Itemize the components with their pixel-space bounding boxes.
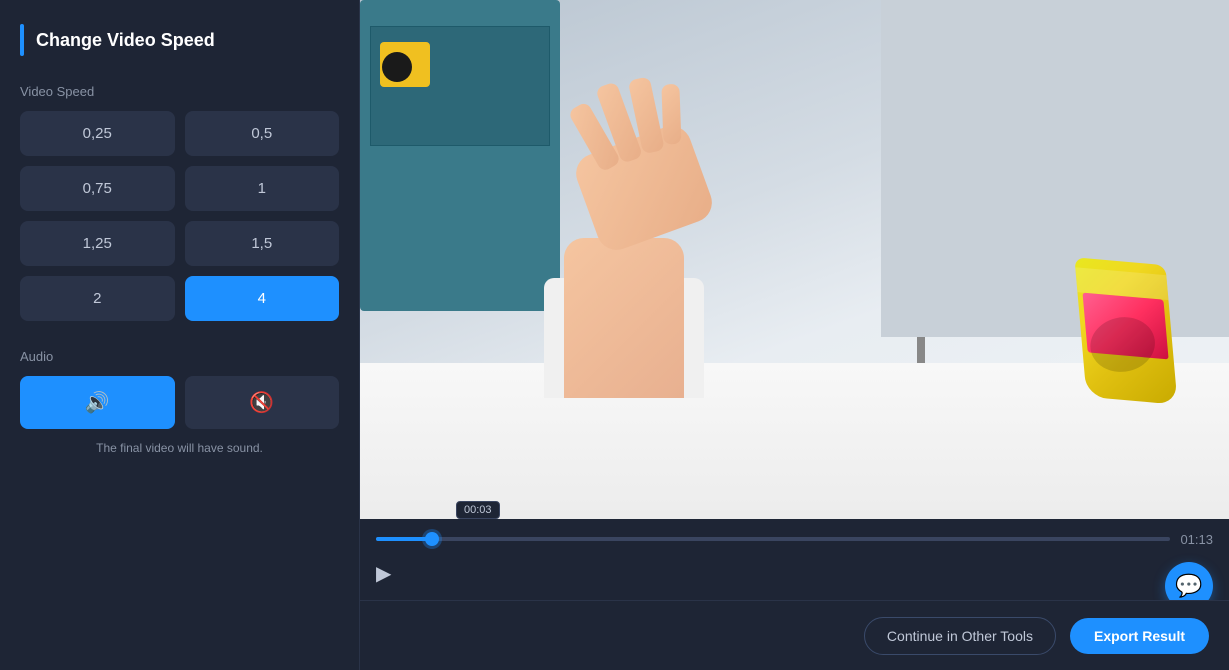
continue-other-tools-button[interactable]: Continue in Other Tools: [864, 617, 1056, 655]
can-body: [1074, 257, 1177, 404]
can-container: [1066, 261, 1186, 441]
hand-container: [534, 78, 884, 398]
progress-thumb[interactable]: [425, 532, 439, 546]
export-result-button[interactable]: Export Result: [1070, 618, 1209, 654]
title-accent: [20, 24, 24, 56]
speed-btn-2[interactable]: 2: [20, 276, 175, 321]
audio-hint: The final video will have sound.: [20, 441, 339, 455]
controls-row: ▶: [376, 557, 1213, 590]
audio-label: Audio: [20, 349, 339, 364]
footer-bar: Continue in Other Tools Export Result: [360, 600, 1229, 670]
speed-btn-4[interactable]: 4: [185, 276, 340, 321]
audio-on-icon: 🔊: [85, 390, 110, 415]
sidebar-title-container: Change Video Speed: [20, 24, 339, 56]
video-area[interactable]: [360, 0, 1229, 519]
video-speed-label: Video Speed: [20, 84, 339, 99]
speed-btn-05[interactable]: 0,5: [185, 111, 340, 156]
progress-fill: [376, 537, 432, 541]
app-container: Change Video Speed Video Speed 0,25 0,5 …: [0, 0, 1229, 670]
audio-grid: 🔊 🔇: [20, 376, 339, 429]
progress-track[interactable]: [376, 537, 1170, 541]
video-controls: 00:03 01:13 ▶: [360, 519, 1229, 600]
total-time-display: 01:13: [1180, 532, 1213, 547]
speed-btn-1[interactable]: 1: [185, 166, 340, 211]
sidebar: Change Video Speed Video Speed 0,25 0,5 …: [0, 0, 360, 670]
progress-container[interactable]: 00:03 01:13: [376, 529, 1213, 549]
video-scene: [360, 0, 1229, 519]
chat-icon: 💬: [1175, 573, 1202, 599]
time-tooltip: 00:03: [456, 501, 500, 519]
speed-btn-125[interactable]: 1,25: [20, 221, 175, 266]
speed-btn-15[interactable]: 1,5: [185, 221, 340, 266]
hand-arm: [564, 238, 684, 398]
finger-4: [661, 84, 681, 145]
audio-section: Audio 🔊 🔇 The final video will have soun…: [20, 349, 339, 455]
sidebar-title: Change Video Speed: [36, 30, 215, 51]
play-button[interactable]: ▶: [376, 557, 399, 590]
audio-on-button[interactable]: 🔊: [20, 376, 175, 429]
video-frame: [360, 0, 1229, 519]
speed-btn-025[interactable]: 0,25: [20, 111, 175, 156]
main-content: 00:03 01:13 ▶ 💬 Continue in Other Tools …: [360, 0, 1229, 670]
speed-btn-075[interactable]: 0,75: [20, 166, 175, 211]
hand-palm: [570, 120, 717, 255]
bg-item-dot: [382, 52, 412, 82]
audio-off-icon: 🔇: [249, 390, 274, 415]
speed-grid: 0,25 0,5 0,75 1 1,25 1,5 2 4: [20, 111, 339, 321]
audio-off-button[interactable]: 🔇: [185, 376, 340, 429]
